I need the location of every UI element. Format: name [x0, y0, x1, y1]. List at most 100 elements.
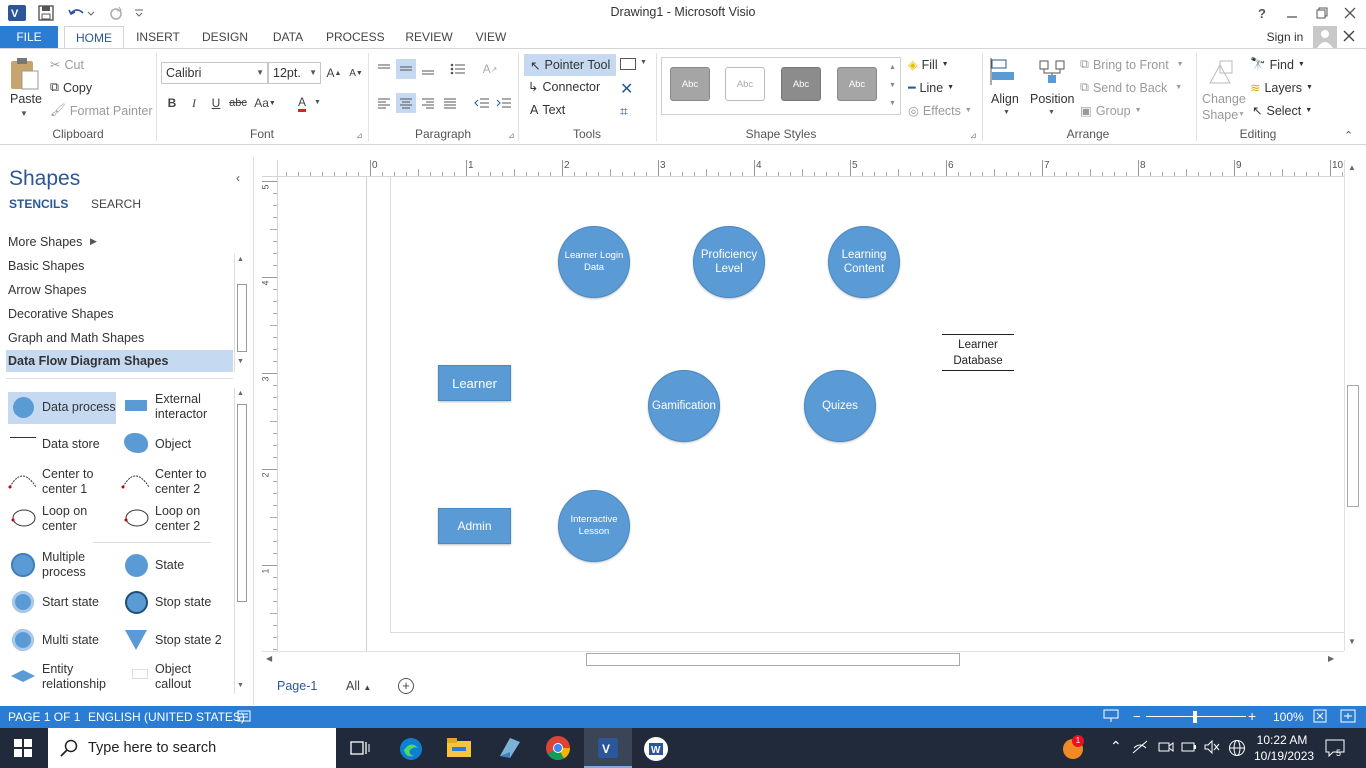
stencil-basic-shapes[interactable]: Basic Shapes — [8, 259, 84, 273]
line-button[interactable]: ━ Line ▼ — [908, 80, 954, 96]
bring-to-front-button[interactable]: ⧉ Bring to Front ▼ — [1080, 57, 1184, 72]
word-app-icon[interactable]: W — [643, 736, 669, 765]
shape-loop-on-center[interactable]: Loop on center — [42, 504, 87, 534]
position-icon[interactable] — [1036, 57, 1070, 87]
shape-stop-state-2[interactable]: Stop state 2 — [155, 633, 222, 648]
find-button[interactable]: 🔭 Find ▼ — [1250, 57, 1305, 72]
process-gamification[interactable]: Gamification — [648, 370, 720, 442]
tab-search[interactable]: SEARCH — [91, 197, 141, 211]
entity-learner[interactable]: Learner — [438, 365, 511, 401]
scroll-up-icon[interactable]: ▲ — [1348, 163, 1356, 172]
clock[interactable]: 10:22 AM 10/19/2023 — [1254, 732, 1314, 764]
paste-icon[interactable] — [8, 57, 42, 91]
scroll-up-icon[interactable]: ▲ — [237, 390, 244, 397]
align-right-icon[interactable] — [418, 93, 438, 113]
process-learner-login-data[interactable]: Learner Login Data — [558, 226, 630, 298]
layers-button[interactable]: ≋ Layers ▼ — [1250, 80, 1313, 96]
align-dropdown-icon[interactable]: ▼ — [1003, 109, 1010, 116]
close-icon[interactable] — [1340, 3, 1360, 23]
scroll-up-icon[interactable]: ▲ — [237, 256, 244, 263]
process-quizes[interactable]: Quizes — [804, 370, 876, 442]
shape-stop-state[interactable]: Stop state — [155, 595, 211, 610]
shape-start-state[interactable]: Start state — [42, 595, 99, 610]
close-pane-icon[interactable] — [1342, 29, 1360, 47]
group-button[interactable]: ▣ Group ▼ — [1080, 103, 1142, 119]
macro-recording-icon[interactable] — [237, 709, 251, 726]
scroll-thumb[interactable] — [237, 284, 247, 352]
align-center-icon[interactable] — [396, 93, 416, 113]
vertical-scrollbar[interactable]: ▲ ▼ — [1344, 160, 1360, 651]
align-top-icon[interactable] — [374, 59, 394, 79]
visio-taskbar-button[interactable]: V — [584, 728, 632, 768]
pointer-tool-button[interactable]: ↖ Pointer Tool — [524, 54, 617, 76]
tab-insert[interactable]: INSERT — [132, 26, 184, 49]
font-family-select[interactable]: Calibri ▼ — [161, 62, 268, 84]
shape-styles-dialog-launcher-icon[interactable]: ⊿ — [970, 131, 977, 140]
zoom-slider-thumb[interactable] — [1193, 711, 1197, 723]
notification-center-icon[interactable] — [1325, 739, 1345, 760]
connector-button[interactable]: ↳ Connector — [528, 79, 600, 95]
tab-review[interactable]: REVIEW — [402, 26, 456, 49]
process-proficiency-level[interactable]: Proficiency Level — [693, 226, 765, 298]
stencil-arrow-shapes[interactable]: Arrow Shapes — [8, 283, 87, 297]
stencil-list-scrollbar[interactable]: ▲ ▼ — [234, 254, 249, 372]
page-tab-all[interactable]: All ▲ — [346, 679, 371, 693]
style-swatch[interactable]: Abc — [781, 67, 821, 101]
change-shape-icon[interactable] — [1206, 57, 1238, 87]
shape-object[interactable]: Object — [155, 437, 191, 452]
collapse-panel-icon[interactable]: ‹ — [236, 171, 240, 185]
process-learning-content[interactable]: Learning Content — [828, 226, 900, 298]
datastore-learner-database[interactable]: Learner Database — [942, 334, 1014, 371]
tab-file[interactable]: FILE — [0, 26, 58, 49]
account-avatar-icon[interactable] — [1313, 26, 1337, 48]
drawing-canvas[interactable]: Learner Login Data Proficiency Level Lea… — [278, 177, 1344, 651]
decrease-indent-icon[interactable] — [472, 93, 492, 113]
paste-dropdown-icon[interactable]: ▼ — [20, 109, 28, 118]
stencil-decorative-shapes[interactable]: Decorative Shapes — [8, 307, 114, 321]
volume-muted-icon[interactable] — [1204, 739, 1220, 757]
stencil-graph-math-shapes[interactable]: Graph and Math Shapes — [8, 331, 144, 345]
strikethrough-icon[interactable]: abc — [228, 93, 248, 113]
tab-data[interactable]: DATA — [268, 26, 308, 49]
status-language[interactable]: ENGLISH (UNITED STATES) — [88, 710, 245, 724]
justify-icon[interactable] — [440, 93, 460, 113]
meet-now-icon[interactable] — [1158, 740, 1174, 757]
underline-icon[interactable]: U — [206, 93, 226, 113]
scroll-left-icon[interactable]: ◀ — [266, 654, 272, 663]
collapse-ribbon-icon[interactable]: ⌃ — [1344, 129, 1353, 142]
stencil-more-shapes[interactable]: More Shapes — [8, 235, 82, 249]
align-button[interactable]: Align — [991, 92, 1019, 106]
align-bottom-icon[interactable] — [418, 59, 438, 79]
increase-indent-icon[interactable] — [494, 93, 514, 113]
scroll-down-icon[interactable]: ▼ — [237, 682, 244, 689]
chrome-icon[interactable] — [545, 735, 571, 764]
ribbon-display-options-icon[interactable] — [1282, 3, 1302, 23]
zoom-in-icon[interactable]: + — [1248, 708, 1256, 724]
italic-icon[interactable]: I — [184, 93, 204, 113]
paragraph-dialog-launcher-icon[interactable]: ⊿ — [508, 131, 515, 140]
bold-icon[interactable]: B — [162, 93, 182, 113]
position-button[interactable]: Position — [1030, 92, 1074, 106]
tab-stencils[interactable]: STENCILS — [9, 197, 68, 211]
shape-multi-state[interactable]: Multi state — [42, 633, 99, 648]
font-color-icon[interactable]: A — [292, 93, 312, 113]
shape-data-process[interactable]: Data process — [42, 400, 116, 415]
connection-point-icon[interactable]: ✕ — [620, 79, 633, 99]
gallery-scroll-icon[interactable]: ▲ ▼ ▼ — [889, 59, 896, 113]
format-painter-button[interactable]: 🖌 Format Painter — [50, 103, 153, 118]
show-hidden-icons-icon[interactable]: ⌃ — [1110, 738, 1122, 755]
battery-icon[interactable] — [1181, 740, 1197, 757]
taskbar-search-box[interactable]: Type here to search — [48, 728, 336, 768]
shape-loop-on-center-2[interactable]: Loop on center 2 — [155, 504, 200, 534]
notepad-app-icon[interactable] — [496, 736, 522, 763]
align-icon[interactable] — [990, 57, 1022, 87]
edge-browser-icon[interactable] — [398, 736, 424, 765]
text-tool-button[interactable]: A Text — [530, 103, 565, 117]
fill-button[interactable]: ◈ Fill ▼ — [908, 57, 949, 73]
bullets-icon[interactable] — [448, 59, 468, 79]
vertical-ruler[interactable]: 5 4 3 2 1 — [261, 177, 278, 651]
windows-start-icon[interactable] — [14, 739, 32, 760]
language-globe-icon[interactable] — [1228, 739, 1246, 760]
presentation-mode-icon[interactable] — [1103, 709, 1119, 726]
zoom-out-icon[interactable]: − — [1133, 709, 1141, 724]
